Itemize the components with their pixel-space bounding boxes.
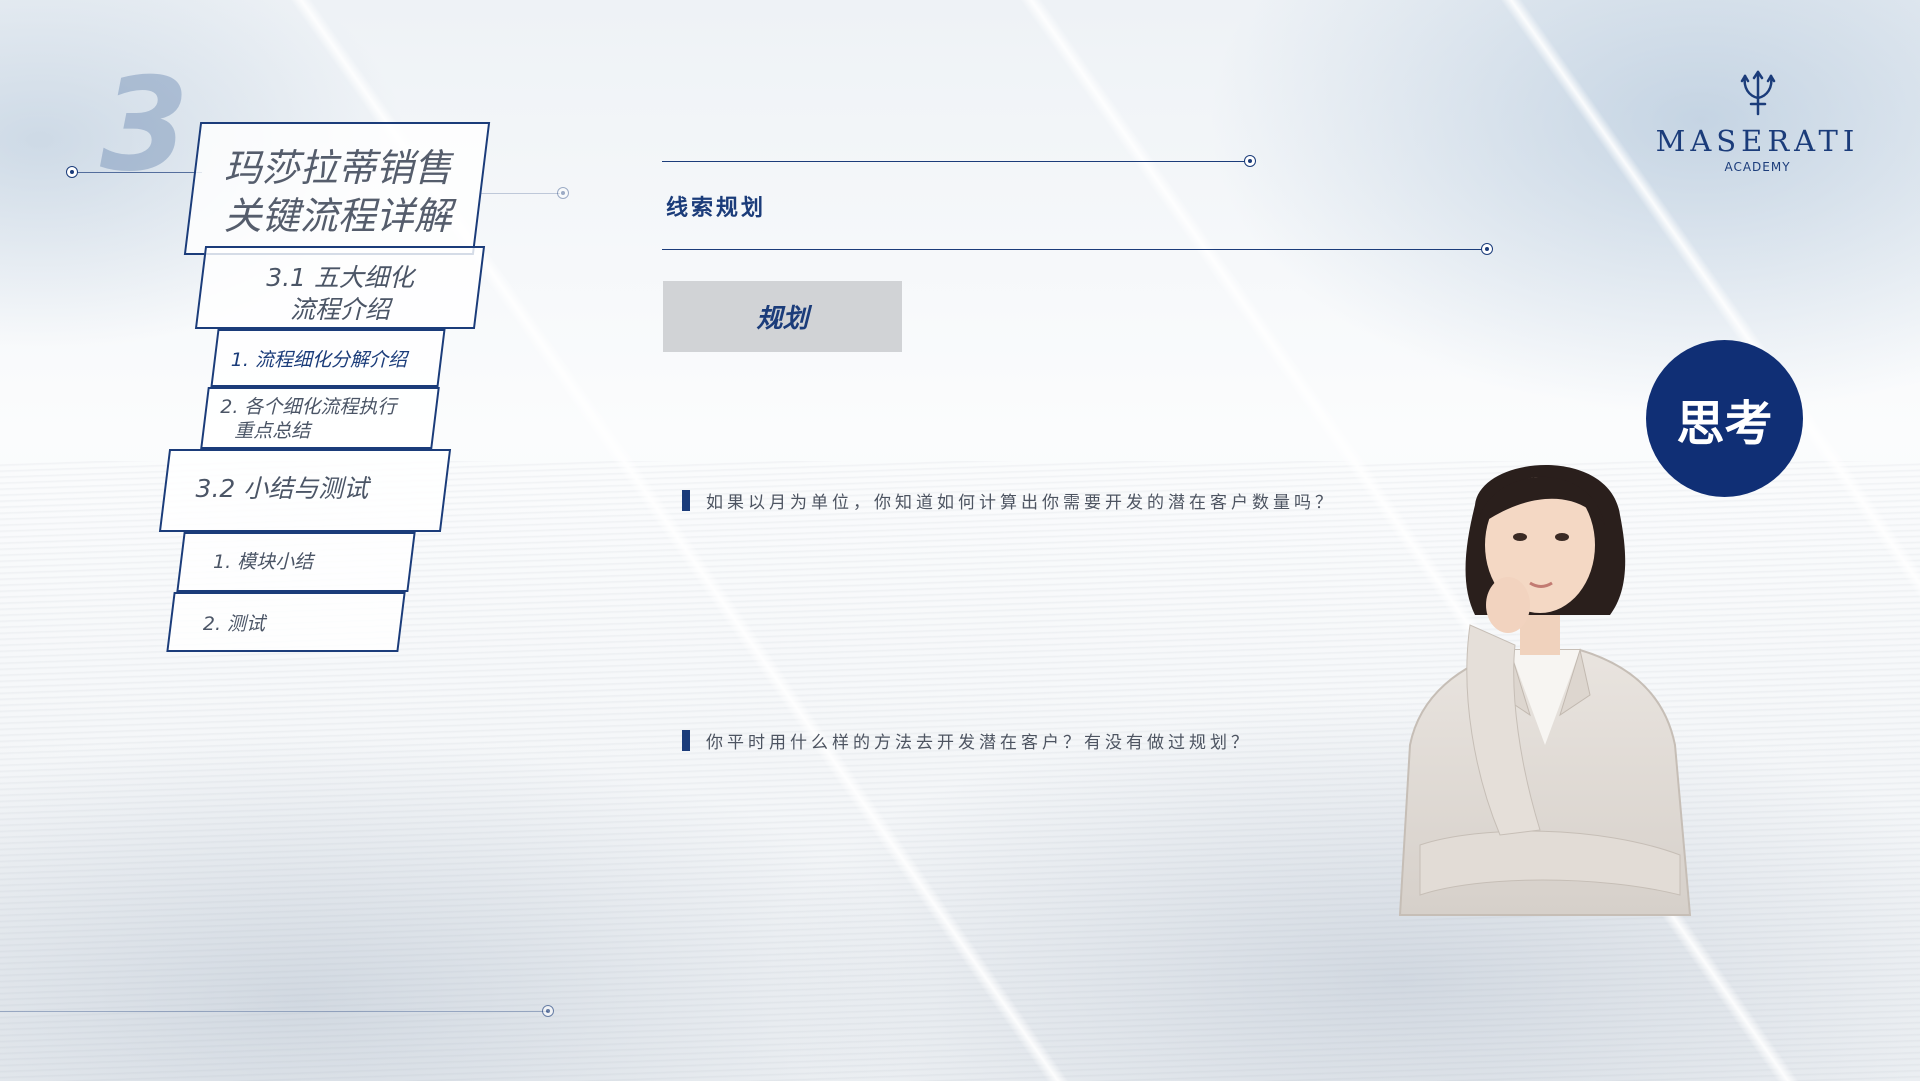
section-top-line: [662, 161, 1250, 162]
bullet-bar: [682, 490, 690, 511]
line-endpoint-dot-icon: [66, 166, 78, 178]
toc-item-label: 1. 模块小结: [212, 551, 314, 573]
chapter-title-line2: 关键流程详解: [223, 194, 452, 238]
line-endpoint-dot-icon: [542, 1005, 554, 1017]
toc-item-label: 2. 各个细化流程执行: [220, 396, 397, 418]
thinking-woman-image: [1398, 465, 1692, 916]
toc-item-label: 重点总结: [234, 420, 311, 442]
divider-line: [480, 193, 560, 194]
footer-line: [0, 1011, 548, 1012]
section-number: 3: [100, 51, 190, 200]
line-endpoint-dot-icon: [1481, 243, 1493, 255]
toc-subsection-label: 流程介绍: [290, 295, 391, 324]
logo-wordmark: MASERATI: [1655, 124, 1860, 158]
section-bottom-line: [662, 249, 1487, 250]
question-1-text: 如果以月为单位，你知道如何计算出你需要开发的潜在客户数量吗？: [706, 493, 1336, 513]
line-endpoint-dot-icon: [1244, 155, 1256, 167]
chapter-title-box[interactable]: 玛莎拉蒂销售 关键流程详解: [183, 122, 491, 255]
line-endpoint-dot-icon: [557, 187, 569, 199]
toc-item-process-summary[interactable]: 2. 各个细化流程执行 重点总结: [200, 387, 440, 449]
maserati-academy-logo: MASERATI ACADEMY: [1650, 66, 1865, 174]
planning-tag[interactable]: 规划: [663, 281, 902, 352]
question-2-text: 你平时用什么样的方法去开发潜在客户？有没有做过规划？: [706, 733, 1252, 753]
toc-item-module-summary[interactable]: 1. 模块小结: [176, 532, 416, 592]
toc-item-label: 2. 测试: [202, 613, 266, 635]
toc-item-label: 1. 流程细化分解介绍: [230, 349, 407, 371]
toc-subsection-label: 3.1 五大细化: [266, 263, 414, 292]
bullet-bar: [682, 730, 690, 751]
question-1: 如果以月为单位，你知道如何计算出你需要开发的潜在客户数量吗？: [682, 488, 1336, 513]
toc-subsection-3-1[interactable]: 3.1 五大细化 流程介绍: [194, 246, 486, 329]
chapter-title-line1: 玛莎拉蒂销售: [223, 146, 452, 190]
section-title: 线索规划: [666, 196, 767, 221]
logo-subtitle: ACADEMY: [1724, 160, 1791, 174]
toc-item-test[interactable]: 2. 测试: [166, 592, 406, 652]
trident-logo-icon: [1740, 70, 1775, 116]
toc-subsection-3-2[interactable]: 3.2 小结与测试: [158, 449, 452, 532]
question-2: 你平时用什么样的方法去开发潜在客户？有没有做过规划？: [682, 728, 1252, 753]
toc-subsection-label: 3.2 小结与测试: [195, 474, 369, 503]
toc-item-process-breakdown[interactable]: 1. 流程细化分解介绍: [210, 329, 446, 387]
